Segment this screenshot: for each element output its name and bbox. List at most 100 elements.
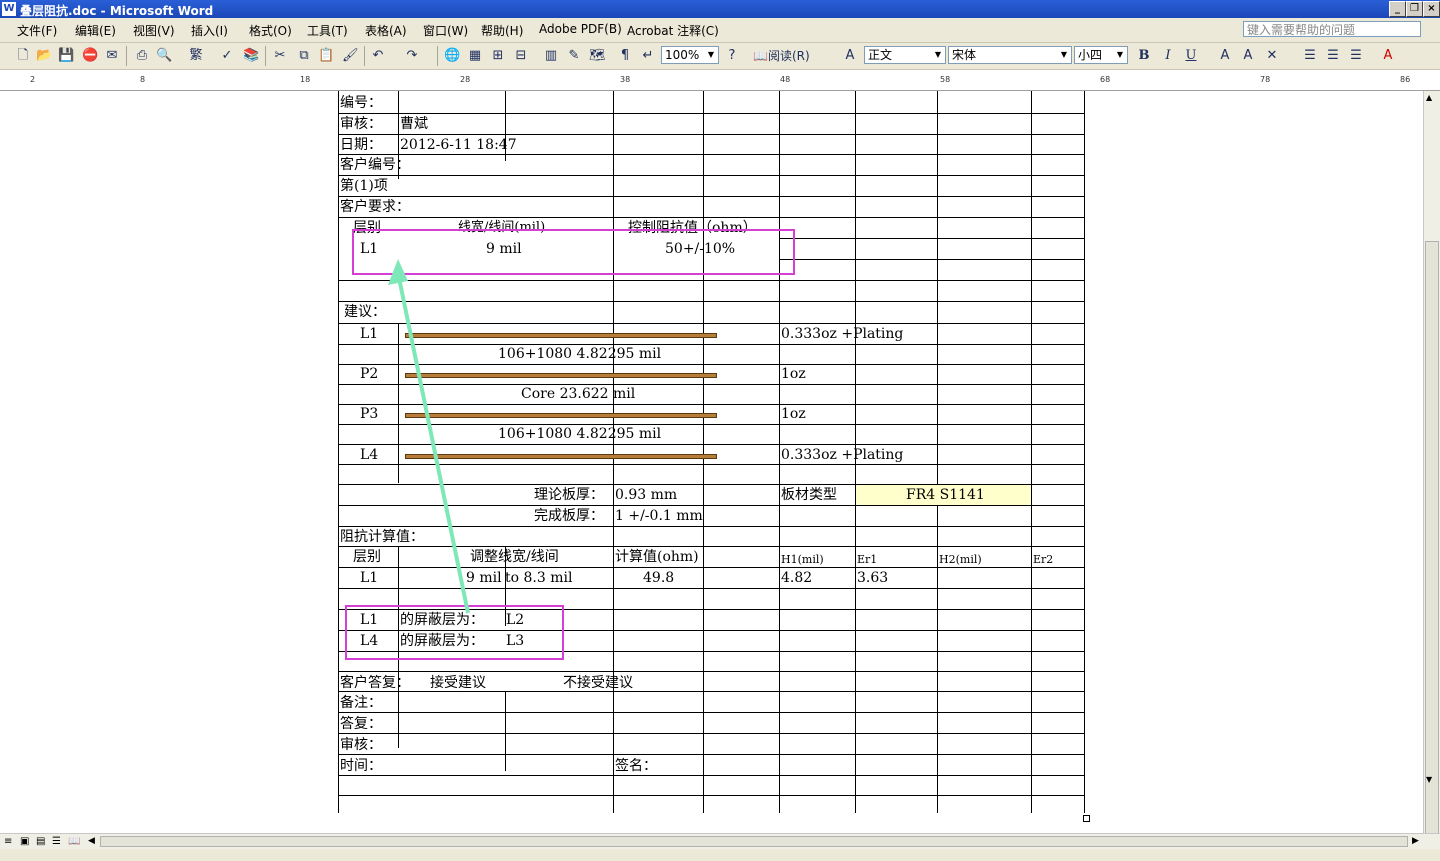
print-view-icon[interactable]: ▤ bbox=[36, 836, 45, 847]
zoom-select[interactable]: 100% ▼ bbox=[661, 46, 719, 64]
char-shading-icon[interactable]: A bbox=[1240, 48, 1256, 64]
insert-excel-icon[interactable]: ⊟ bbox=[513, 48, 529, 64]
style-select[interactable]: 正文 ▼ bbox=[864, 46, 946, 64]
redo-icon[interactable]: ↷ bbox=[404, 48, 420, 64]
align-right-icon[interactable]: ☰ bbox=[1348, 48, 1364, 64]
permission-icon[interactable]: ⛔ bbox=[82, 48, 98, 64]
stack-layer-l1: L1 bbox=[360, 326, 379, 342]
size-select[interactable]: 小四 ▼ bbox=[1074, 46, 1128, 64]
document-area[interactable]: 编号： 审核： 曹斌 日期： 2012-6-11 18:47 客户编号： 第(1… bbox=[0, 91, 1423, 833]
copy-icon[interactable]: ⧉ bbox=[296, 48, 312, 64]
minimize-button[interactable]: _ bbox=[1389, 1, 1406, 17]
normal-view-icon[interactable]: ≡ bbox=[4, 836, 12, 847]
ruler-tick: 8 bbox=[140, 75, 146, 84]
scroll-thumb[interactable] bbox=[1425, 241, 1439, 861]
traditional-chinese-icon[interactable]: 繁 bbox=[185, 48, 207, 64]
finished-thickness-value[interactable]: 1 +/-0.1 mm bbox=[615, 507, 703, 525]
grid-line bbox=[338, 175, 1085, 176]
document-page[interactable]: 编号： 审核： 曹斌 日期： 2012-6-11 18:47 客户编号： 第(1… bbox=[0, 91, 1423, 833]
menu-file[interactable]: 文件(F) bbox=[17, 22, 57, 39]
menu-edit[interactable]: 编辑(E) bbox=[75, 22, 116, 39]
horizontal-ruler[interactable]: 2 8 18 28 38 48 58 68 78 86 bbox=[0, 70, 1440, 91]
menu-table[interactable]: 表格(A) bbox=[365, 22, 407, 39]
show-hide-icon[interactable]: ¶ bbox=[617, 48, 633, 64]
menu-format[interactable]: 格式(O) bbox=[249, 22, 292, 39]
hyperlink-icon[interactable]: 🌐 bbox=[444, 48, 460, 64]
styles-pane-icon[interactable]: A bbox=[842, 48, 858, 64]
menu-window[interactable]: 窗口(W) bbox=[423, 22, 468, 39]
outline-view-icon[interactable]: ☰ bbox=[52, 836, 61, 847]
review-label: 审核： bbox=[340, 737, 382, 753]
menu-adobe-pdf[interactable]: Adobe PDF(B) bbox=[539, 22, 622, 36]
material-type-label: 板材类型 bbox=[781, 487, 837, 503]
bold-button[interactable]: B bbox=[1136, 48, 1152, 64]
email-icon[interactable]: ✉ bbox=[104, 48, 120, 64]
research-icon[interactable]: 📚 bbox=[243, 48, 259, 64]
show-marks-icon[interactable]: ↵ bbox=[640, 48, 656, 64]
new-doc-icon[interactable]: 🗋 bbox=[15, 48, 31, 64]
spelling-icon[interactable]: ✓ bbox=[219, 48, 235, 64]
calc-er1-header: Er1 bbox=[857, 553, 878, 566]
stack-prepreg-2: 106+1080 4.82295 mil bbox=[498, 426, 662, 442]
read-mode-button[interactable]: 📖阅读(R) bbox=[753, 48, 813, 64]
reviewer-name[interactable]: 曹斌 bbox=[400, 115, 428, 133]
tables-borders-icon[interactable]: ▦ bbox=[467, 48, 483, 64]
toolbar-separator bbox=[364, 46, 365, 66]
material-type-value[interactable]: FR4 S1141 bbox=[906, 486, 985, 504]
save-icon[interactable]: 💾 bbox=[58, 48, 74, 64]
stack-p2-copper: 1oz bbox=[781, 366, 806, 382]
menu-insert[interactable]: 插入(I) bbox=[191, 22, 228, 39]
scale-icon[interactable]: ✕ bbox=[1264, 48, 1280, 64]
hscroll-thumb[interactable] bbox=[100, 836, 1408, 847]
font-select[interactable]: 宋体 ▼ bbox=[948, 46, 1072, 64]
italic-button[interactable]: I bbox=[1160, 48, 1176, 64]
align-center-icon[interactable]: ☰ bbox=[1325, 48, 1341, 64]
calc-value-header: 计算值(ohm) bbox=[615, 549, 699, 565]
font-color-icon[interactable]: A bbox=[1380, 48, 1396, 64]
paste-icon[interactable]: 📋 bbox=[318, 48, 334, 64]
document-map-icon[interactable]: 🗺 bbox=[589, 48, 606, 64]
reading-view-icon[interactable]: 📖 bbox=[68, 836, 80, 847]
underline-button[interactable]: U bbox=[1183, 48, 1199, 64]
grid-line bbox=[338, 712, 1085, 713]
scroll-down-icon[interactable]: ▼ bbox=[1426, 775, 1432, 784]
theoretical-thickness-value[interactable]: 0.93 mm bbox=[615, 486, 677, 504]
horizontal-scrollbar[interactable]: ≡ ▣ ▤ ☰ 📖 ◀ ▶ bbox=[0, 833, 1440, 850]
menu-acrobat[interactable]: Acrobat 注释(C) bbox=[627, 22, 719, 39]
close-button[interactable]: × bbox=[1423, 1, 1440, 17]
customer-number-label: 客户编号： bbox=[340, 157, 410, 173]
print-preview-icon[interactable]: 🔍 bbox=[156, 48, 172, 64]
grid-line bbox=[338, 217, 1085, 218]
grid-line bbox=[338, 154, 1085, 155]
vertical-scrollbar[interactable]: ▲ ▼ bbox=[1423, 91, 1440, 861]
scroll-up-icon[interactable]: ▲ bbox=[1426, 93, 1432, 102]
ruler-tick: 18 bbox=[300, 75, 311, 84]
menu-help[interactable]: 帮助(H) bbox=[481, 22, 523, 39]
cut-icon[interactable]: ✂ bbox=[272, 48, 288, 64]
format-painter-icon[interactable]: 🖌 bbox=[342, 48, 359, 64]
align-left-icon[interactable]: ☰ bbox=[1302, 48, 1318, 64]
help-icon[interactable]: ? bbox=[724, 48, 740, 64]
char-border-icon[interactable]: A bbox=[1217, 48, 1233, 64]
web-view-icon[interactable]: ▣ bbox=[20, 836, 29, 847]
date-label: 日期： bbox=[340, 137, 382, 153]
open-icon[interactable]: 📂 bbox=[36, 48, 52, 64]
date-value[interactable]: 2012-6-11 18:47 bbox=[400, 136, 517, 154]
grid-line bbox=[1084, 91, 1085, 813]
accept-option[interactable]: 接受建议 bbox=[430, 674, 486, 692]
menu-tools[interactable]: 工具(T) bbox=[307, 22, 348, 39]
scroll-right-icon[interactable]: ▶ bbox=[1412, 836, 1419, 846]
reject-option[interactable]: 不接受建议 bbox=[563, 674, 633, 692]
scroll-left-icon[interactable]: ◀ bbox=[88, 836, 95, 846]
table-end-handle[interactable] bbox=[1083, 815, 1090, 822]
undo-icon[interactable]: ↶ bbox=[370, 48, 386, 64]
print-icon[interactable]: ⎙ bbox=[134, 48, 150, 64]
menu-view[interactable]: 视图(V) bbox=[133, 22, 175, 39]
columns-icon[interactable]: ▥ bbox=[543, 48, 559, 64]
insert-table-icon[interactable]: ⊞ bbox=[490, 48, 506, 64]
restore-button[interactable]: ❐ bbox=[1406, 1, 1423, 17]
stack-prepreg-1: 106+1080 4.82295 mil bbox=[498, 346, 662, 362]
drawing-icon[interactable]: ✎ bbox=[566, 48, 582, 64]
help-search-input[interactable]: 键入需要帮助的问题 bbox=[1243, 21, 1421, 37]
calc-impedance-value: 49.8 bbox=[643, 570, 675, 586]
